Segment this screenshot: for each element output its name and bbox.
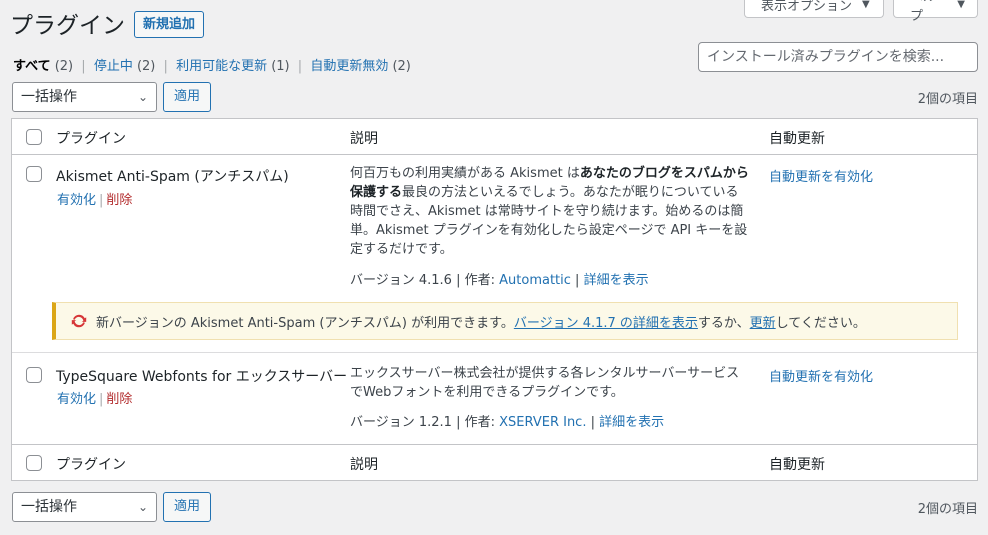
filter-auto-update-disabled[interactable]: 自動更新無効: [310, 59, 388, 74]
separator: |: [81, 59, 86, 74]
chevron-down-icon: ⌄: [137, 500, 148, 514]
update-notice-text: 新バージョンの Akismet Anti-Spam (アンチスパム) が利用でき…: [96, 315, 514, 331]
column-footer-plugin: プラグイン: [56, 457, 126, 473]
update-notice-text: してください。: [775, 315, 866, 331]
status-filter-links: すべて (2) | 停止中 (2) | 利用可能な更新 (1) | 自動更新無効…: [13, 55, 411, 74]
bulk-action-select-top[interactable]: 一括操作 ⌄: [12, 82, 157, 112]
row-actions: 有効化 | 削除: [57, 388, 132, 407]
help-tab[interactable]: ヘルプ ▼: [893, 0, 978, 24]
plugin-checkbox-akismet[interactable]: [26, 166, 42, 182]
column-footer-description: 説明: [350, 457, 378, 473]
plugin-description: 何百万もの利用実績がある Akismet はあなたのブログをスパムから保護する最…: [350, 164, 750, 259]
screen-options-tab[interactable]: 表示オプション ▼: [744, 0, 884, 18]
add-new-button[interactable]: 新規追加: [134, 11, 205, 38]
update-notice-text: するか、: [697, 315, 750, 331]
plugin-search-input[interactable]: インストール済みプラグインを検索...: [698, 42, 978, 72]
activate-link[interactable]: 有効化: [57, 193, 96, 208]
divider: [12, 352, 977, 353]
plugin-version: バージョン 1.2.1: [350, 415, 452, 430]
delete-link[interactable]: 削除: [106, 392, 132, 407]
select-all-checkbox[interactable]: [26, 129, 42, 145]
plugin-name: TypeSquare Webfonts for エックスサーバー: [56, 369, 348, 385]
apply-button-bottom[interactable]: 適用: [163, 492, 211, 522]
bulk-action-value: 一括操作: [21, 89, 77, 105]
author-link[interactable]: Automattic: [499, 273, 571, 288]
update-now-link[interactable]: 更新: [750, 312, 776, 331]
separator: |: [297, 59, 303, 74]
column-footer-auto-update: 自動更新: [769, 457, 825, 473]
bulk-action-select-bottom[interactable]: 一括操作 ⌄: [12, 492, 157, 522]
column-header-auto-update: 自動更新: [769, 131, 825, 147]
delete-link[interactable]: 削除: [106, 193, 132, 208]
plugin-meta: バージョン 4.1.6 | 作者: Automattic | 詳細を表示: [350, 273, 649, 288]
caret-down-icon: ▼: [957, 0, 965, 10]
separator: |: [99, 392, 104, 407]
view-details-link[interactable]: 詳細を表示: [584, 273, 649, 288]
filter-inactive-count: (2): [136, 59, 156, 74]
divider: [12, 154, 977, 155]
apply-button-top[interactable]: 適用: [163, 82, 211, 112]
author-label: 作者:: [464, 273, 495, 288]
row-actions: 有効化 | 削除: [57, 189, 132, 208]
plugin-description: エックスサーバー株式会社が提供する各レンタルサーバーサービスでWebフォントを利…: [350, 366, 740, 400]
chevron-down-icon: ⌄: [137, 90, 148, 104]
screen-options-label: 表示オプション: [761, 0, 853, 14]
bulk-action-value: 一括操作: [21, 499, 77, 515]
item-count-bottom: 2個の項目: [917, 502, 978, 517]
column-header-description: 説明: [350, 131, 378, 147]
item-count-top: 2個の項目: [917, 92, 978, 107]
separator: |: [99, 193, 104, 208]
view-details-link[interactable]: 詳細を表示: [599, 415, 664, 430]
view-version-details-link[interactable]: バージョン 4.1.7 の詳細を表示: [514, 312, 698, 331]
select-all-checkbox-footer[interactable]: [26, 455, 42, 471]
description-text: 最良の方法といえるでしょう。あなたが眠りについている時間でさえ、Akismet …: [350, 185, 748, 257]
plugin-version: バージョン 4.1.6: [350, 273, 452, 288]
plugin-meta: バージョン 1.2.1 | 作者: XSERVER Inc. | 詳細を表示: [350, 415, 665, 430]
filter-auto-update-disabled-count: (2): [392, 59, 411, 74]
author-link[interactable]: XSERVER Inc.: [499, 415, 586, 430]
filter-inactive[interactable]: 停止中: [94, 59, 133, 74]
column-header-plugin: プラグイン: [56, 131, 126, 147]
plugin-name: Akismet Anti-Spam (アンチスパム): [56, 169, 289, 185]
filter-updates[interactable]: 利用可能な更新: [176, 59, 267, 74]
page-title: プラグイン: [10, 13, 125, 39]
caret-down-icon: ▼: [862, 0, 870, 10]
activate-link[interactable]: 有効化: [57, 392, 96, 407]
plugin-checkbox-typesquare[interactable]: [26, 367, 42, 383]
help-label: ヘルプ: [910, 0, 936, 24]
update-refresh-icon: [71, 314, 87, 328]
plugins-table: プラグイン 説明 自動更新 Akismet Anti-Spam (アンチスパム)…: [11, 118, 978, 481]
enable-auto-update-link[interactable]: 自動更新を有効化: [769, 366, 873, 385]
enable-auto-update-link[interactable]: 自動更新を有効化: [769, 166, 873, 185]
update-notice: 新バージョンの Akismet Anti-Spam (アンチスパム) が利用でき…: [52, 302, 958, 340]
description-text: 何百万もの利用実績がある Akismet は: [350, 166, 580, 181]
author-label: 作者:: [464, 415, 495, 430]
filter-updates-count: (1): [271, 59, 290, 74]
filter-all[interactable]: すべて: [13, 59, 51, 74]
separator: |: [163, 59, 168, 74]
divider: [12, 444, 977, 445]
filter-all-count: (2): [54, 59, 74, 74]
